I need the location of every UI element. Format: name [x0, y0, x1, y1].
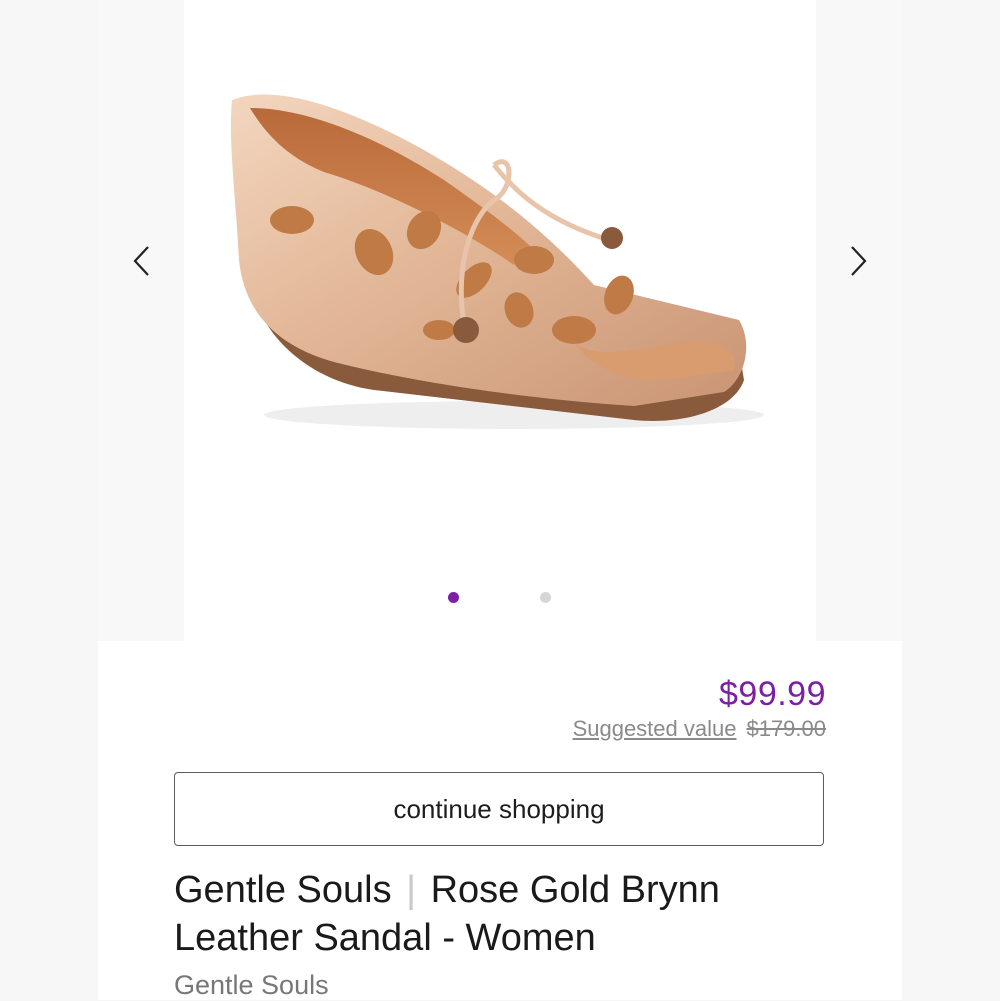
title-name-line1: Rose Gold Brynn	[430, 869, 720, 911]
price-block: $99.99 Suggested value $179.00	[573, 674, 826, 742]
prev-image-button[interactable]	[126, 244, 158, 278]
suggested-value-link[interactable]: Suggested value	[573, 716, 737, 741]
pagination-dot[interactable]	[540, 592, 551, 603]
product-image[interactable]	[214, 80, 794, 450]
continue-shopping-button[interactable]: continue shopping	[174, 772, 824, 846]
pagination-dot-active[interactable]	[448, 592, 459, 603]
gallery-stage	[184, 0, 816, 641]
product-panel: $99.99 Suggested value $179.00 continue s…	[98, 0, 902, 1000]
gallery-pagination	[98, 592, 902, 604]
background-right	[902, 0, 1000, 1000]
brand-link[interactable]: Gentle Souls	[174, 970, 329, 1001]
next-image-button[interactable]	[842, 244, 874, 278]
title-name-line2: Leather Sandal - Women	[174, 917, 596, 959]
chevron-right-icon	[851, 246, 867, 276]
chevron-left-icon	[133, 246, 149, 276]
suggested-value: Suggested value $179.00	[573, 716, 826, 742]
product-title: Gentle Souls | Rose Gold Brynn Leather S…	[174, 866, 834, 962]
background-left	[0, 0, 98, 1000]
original-price: $179.00	[746, 716, 826, 741]
title-separator: |	[406, 869, 417, 911]
title-brand: Gentle Souls	[174, 869, 392, 911]
current-price: $99.99	[719, 675, 826, 713]
product-gallery[interactable]	[98, 0, 902, 641]
